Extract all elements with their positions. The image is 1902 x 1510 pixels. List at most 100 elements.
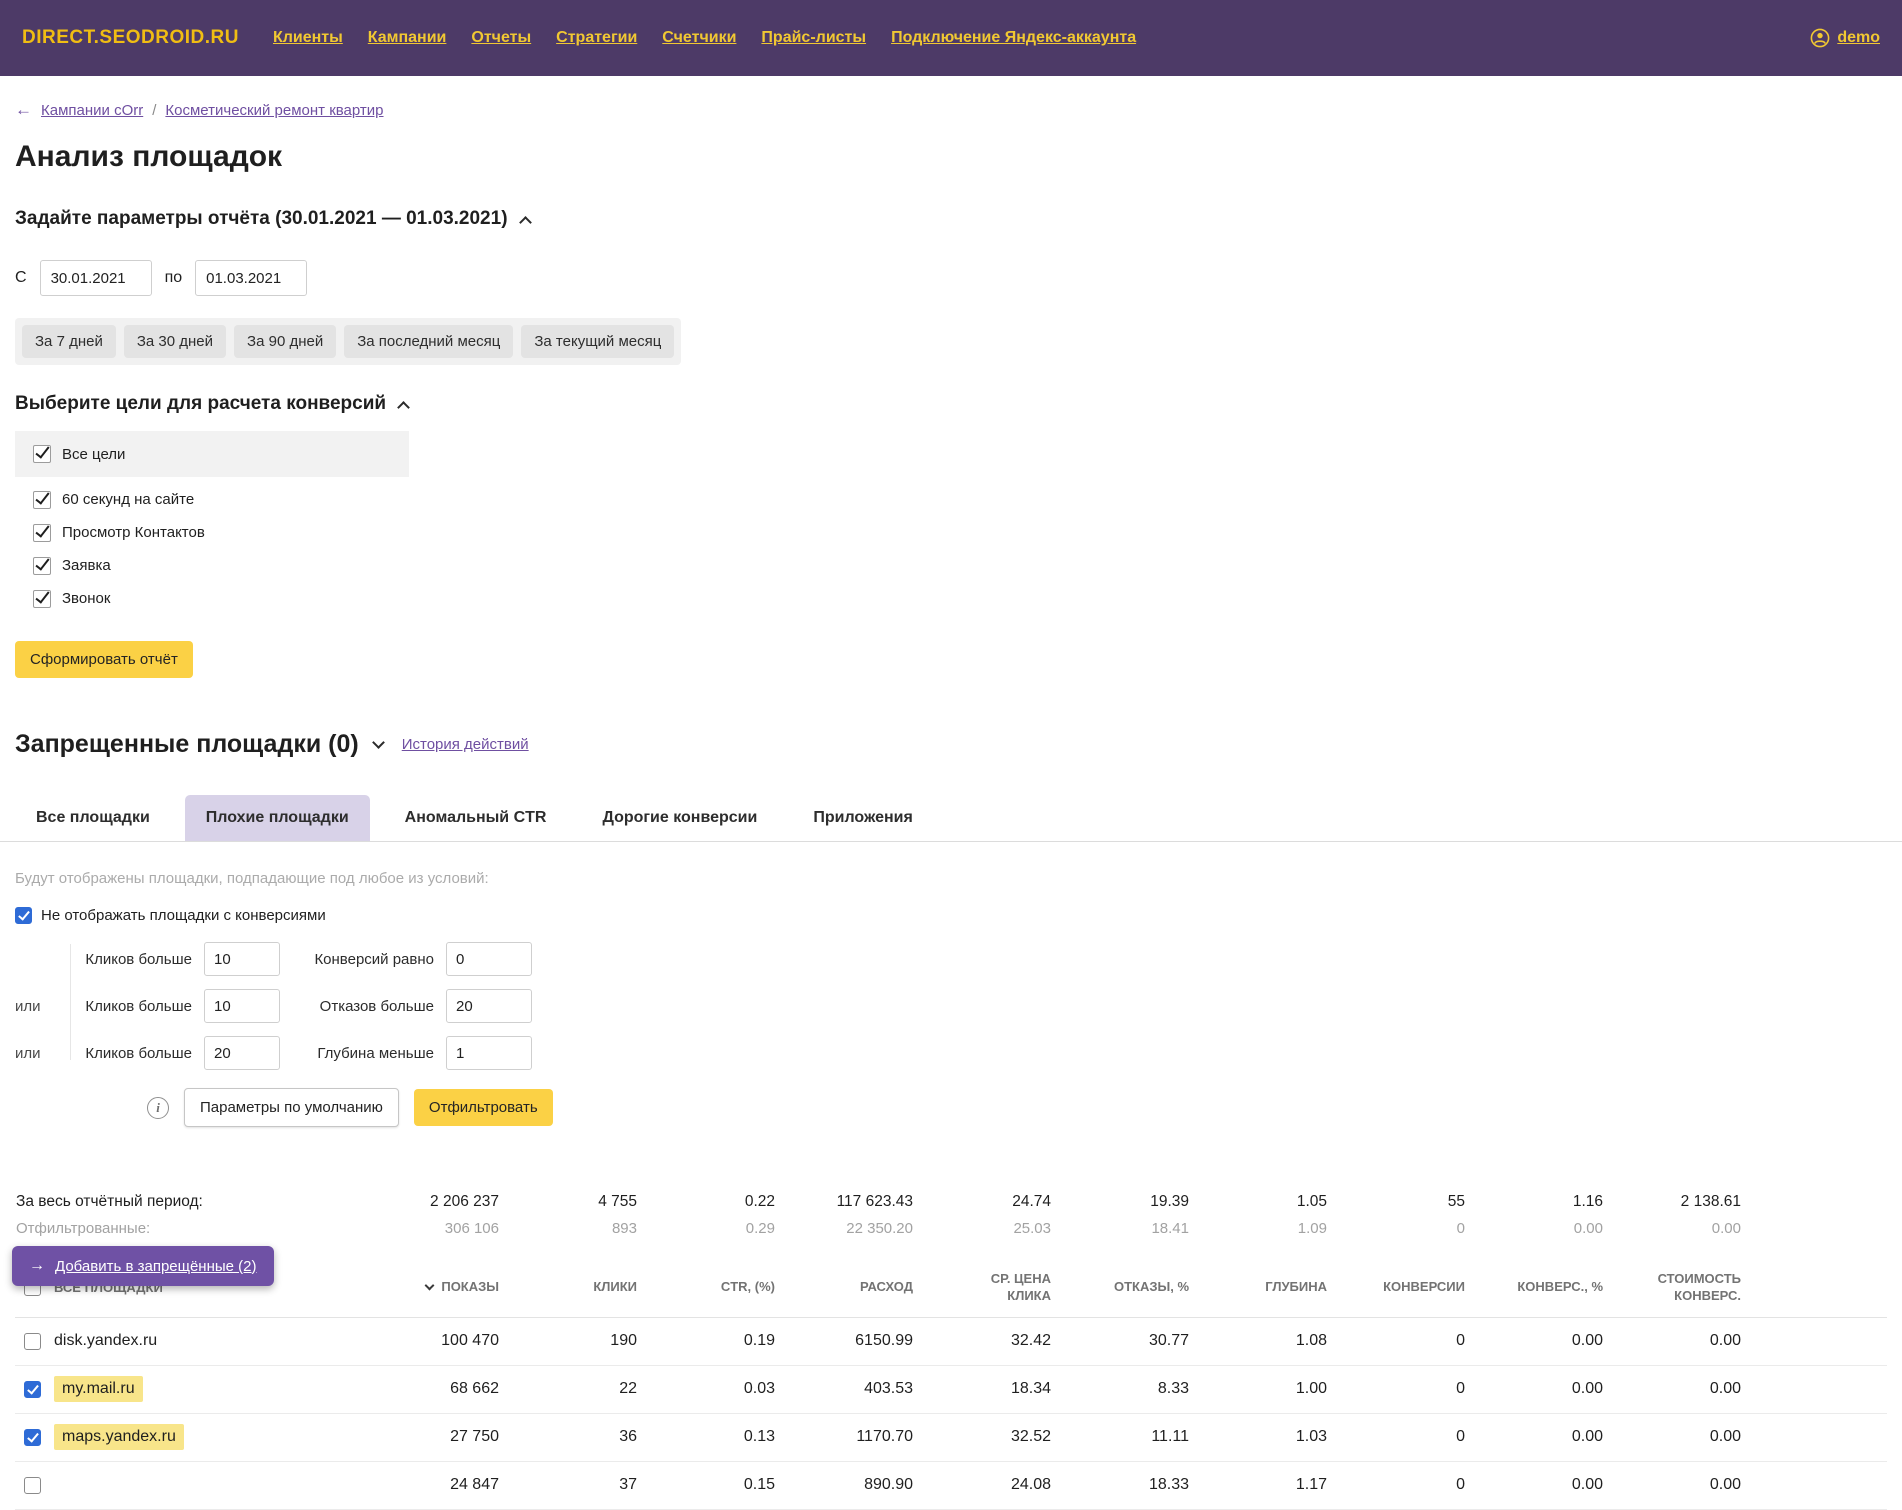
cell-value: 24.08	[1010, 1476, 1051, 1494]
summary-value: 22 350.20	[846, 1219, 913, 1237]
app-logo[interactable]: DIRECT.SEODROID.RU	[22, 27, 239, 49]
column-header-conversions[interactable]: КОНВЕРСИИ	[1333, 1279, 1471, 1296]
nav-link-pricelists[interactable]: Прайс-листы	[761, 29, 866, 47]
cell-value: 68 662	[450, 1380, 499, 1398]
row-checkbox[interactable]	[24, 1332, 41, 1350]
cell-value: 0.00	[1709, 1332, 1741, 1350]
column-header-depth[interactable]: ГЛУБИНА	[1195, 1279, 1333, 1296]
table-row: disk.yandex.ru 100 470 190 0.19 6150.99 …	[15, 1318, 1887, 1366]
goal-item-all[interactable]: Все цели	[15, 431, 409, 477]
goal-item-call[interactable]: Звонок	[15, 582, 1887, 615]
user-menu[interactable]: demo	[1810, 28, 1880, 48]
site-name: maps.yandex.ru	[54, 1424, 184, 1451]
goal-contacts-checkbox[interactable]	[33, 523, 51, 542]
goal-all-checkbox[interactable]	[33, 445, 51, 463]
table-row: 24 847 37 0.15 890.90 24.08 18.33 1.17 0…	[15, 1462, 1887, 1510]
cell-value: 1.00	[1295, 1380, 1327, 1398]
column-header-impressions[interactable]: ПОКАЗЫ	[367, 1279, 505, 1296]
column-header-clicks[interactable]: КЛИКИ	[505, 1279, 643, 1296]
summary-total-row: За весь отчётный период: 2 206 237 4 755…	[15, 1189, 1887, 1215]
site-cell: maps.yandex.ru	[15, 1424, 367, 1451]
cell-value: 6150.99	[855, 1332, 913, 1350]
cell-value: 0	[1456, 1476, 1465, 1494]
nav-link-reports[interactable]: Отчеты	[471, 29, 531, 47]
summary-value: 25.03	[1013, 1219, 1051, 1237]
cell-value: 0	[1456, 1380, 1465, 1398]
depth-less-input[interactable]	[446, 1036, 532, 1070]
clicks-more-label: Кликов больше	[85, 1044, 192, 1062]
goal-item-contacts[interactable]: Просмотр Контактов	[15, 516, 1887, 549]
row-checkbox[interactable]	[24, 1428, 41, 1446]
banned-section-title[interactable]: Запрещенные площадки (0)	[15, 730, 359, 759]
column-header-ctr[interactable]: CTR, (%)	[643, 1279, 781, 1296]
tab-apps[interactable]: Приложения	[792, 795, 934, 841]
nav-link-clients[interactable]: Клиенты	[273, 29, 343, 47]
column-header-bounces[interactable]: ОТКАЗЫ, %	[1057, 1279, 1195, 1296]
generate-report-button[interactable]: Сформировать отчёт	[15, 641, 193, 678]
range-last-month-button[interactable]: За последний месяц	[344, 325, 514, 358]
date-from-input[interactable]	[39, 260, 152, 296]
hide-conversions-checkbox[interactable]	[15, 907, 32, 924]
tab-anomalous-ctr[interactable]: Аномальный CTR	[384, 795, 568, 841]
back-arrow-icon: ←	[15, 100, 32, 119]
goals-toggle[interactable]: Выберите цели для расчета конверсий	[15, 393, 1887, 415]
clicks-more-input[interactable]	[204, 1036, 280, 1070]
report-params-title: Задайте параметры отчёта (30.01.2021 — 0…	[15, 208, 508, 229]
range-90-days-button[interactable]: За 90 дней	[234, 325, 337, 358]
goal-call-checkbox[interactable]	[33, 589, 51, 608]
conversions-equal-input[interactable]	[446, 942, 532, 976]
condition-row: Кликов больше Конверсий равно	[15, 942, 1887, 976]
breadcrumb-back-link[interactable]: Кампании сОrr	[41, 102, 143, 119]
column-header-cost[interactable]: РАСХОД	[781, 1279, 919, 1296]
bounces-more-input[interactable]	[446, 989, 532, 1023]
summary-total-label: За весь отчётный период:	[16, 1193, 203, 1210]
tab-expensive-conversions[interactable]: Дорогие конверсии	[581, 795, 778, 841]
report-params-toggle[interactable]: Задайте параметры отчёта (30.01.2021 — 0…	[15, 208, 1887, 230]
breadcrumb-current-link[interactable]: Косметический ремонт квартир	[165, 102, 383, 119]
add-to-banned-label: Добавить в запрещённые (2)	[55, 1257, 257, 1275]
condition-row: или Кликов больше Отказов больше	[15, 989, 1887, 1023]
clicks-more-label: Кликов больше	[85, 997, 192, 1015]
top-navigation-bar: DIRECT.SEODROID.RU Клиенты Кампании Отче…	[0, 0, 1902, 76]
chevron-down-icon[interactable]	[371, 735, 385, 749]
nav-link-campaigns[interactable]: Кампании	[368, 29, 447, 47]
add-to-banned-button[interactable]: → Добавить в запрещённые (2)	[12, 1246, 274, 1286]
row-checkbox[interactable]	[24, 1476, 41, 1494]
bounces-more-label: Отказов больше	[319, 997, 434, 1015]
range-current-month-button[interactable]: За текущий месяц	[521, 325, 675, 358]
arrow-right-icon: →	[29, 1257, 45, 1274]
goals-list: Все цели 60 секунд на сайте Просмотр Кон…	[15, 431, 1887, 615]
clicks-more-input[interactable]	[204, 989, 280, 1023]
range-7-days-button[interactable]: За 7 дней	[22, 325, 116, 358]
info-icon[interactable]: i	[147, 1096, 169, 1119]
goal-request-checkbox[interactable]	[33, 556, 51, 575]
tab-all-platforms[interactable]: Все площадки	[15, 795, 171, 841]
nav-link-counters[interactable]: Счетчики	[662, 29, 736, 47]
cell-value: 18.33	[1148, 1476, 1189, 1494]
range-30-days-button[interactable]: За 30 дней	[123, 325, 227, 358]
or-label: или	[15, 1044, 41, 1062]
date-to-input[interactable]	[195, 260, 308, 296]
hide-conversions-label: Не отображать площадки с конверсиями	[41, 907, 326, 924]
filter-actions: i Параметры по умолчанию Отфильтровать	[147, 1088, 1887, 1127]
clicks-more-input[interactable]	[204, 942, 280, 976]
site-cell: disk.yandex.ru	[15, 1332, 367, 1350]
goal-60sec-checkbox[interactable]	[33, 490, 51, 509]
column-header-conv-rate[interactable]: КОНВЕРС., %	[1471, 1279, 1609, 1296]
nav-link-strategies[interactable]: Стратегии	[556, 29, 637, 47]
column-header-conv-cost[interactable]: СТОИМОСТЬ КОНВЕРС.	[1609, 1271, 1747, 1305]
tab-bad-platforms[interactable]: Плохие площадки	[184, 795, 370, 841]
or-label: или	[15, 997, 41, 1015]
goal-item-60sec[interactable]: 60 секунд на сайте	[15, 483, 1887, 516]
hide-conversions-row[interactable]: Не отображать площадки с конверсиями	[15, 907, 1887, 924]
row-checkbox[interactable]	[24, 1380, 41, 1398]
apply-filter-button[interactable]: Отфильтровать	[413, 1089, 553, 1126]
column-header-avg-cpc[interactable]: СР. ЦЕНА КЛИКА	[919, 1271, 1057, 1305]
cell-value: 0.03	[743, 1380, 775, 1398]
default-params-button[interactable]: Параметры по умолчанию	[184, 1088, 399, 1127]
nav-link-yandex-account[interactable]: Подключение Яндекс-аккаунта	[891, 29, 1136, 47]
goal-item-request[interactable]: Заявка	[15, 549, 1887, 582]
history-link[interactable]: История действий	[402, 736, 529, 753]
cell-value: 32.42	[1010, 1332, 1051, 1350]
platforms-table: ВСЕ ПЛОЩАДКИ ПОКАЗЫ КЛИКИ CTR, (%) РАСХО…	[15, 1265, 1887, 1510]
